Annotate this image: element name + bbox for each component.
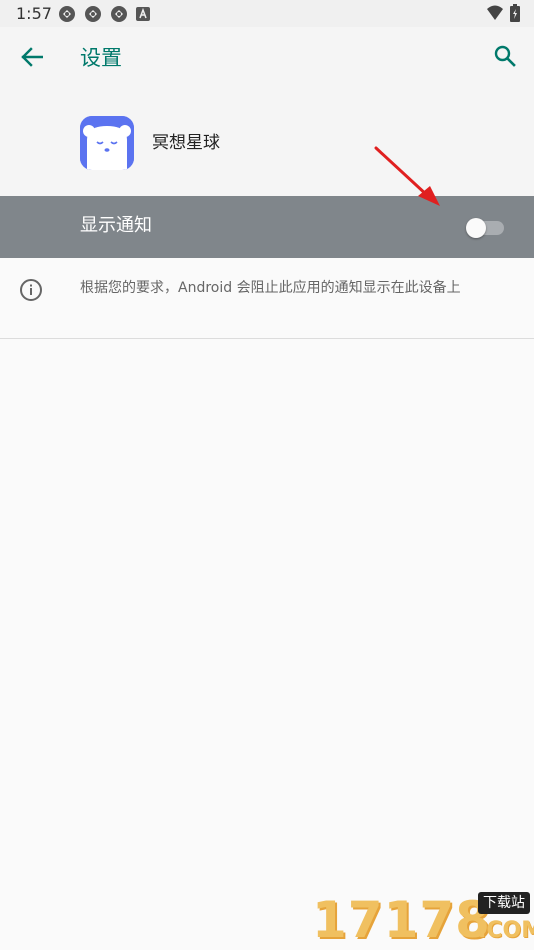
status-time: 1:57 [16, 4, 52, 23]
arrow-left-icon [21, 47, 44, 71]
a-badge-icon [136, 7, 150, 21]
watermark-numbers: 17178 [312, 891, 491, 949]
toggle-thumb [466, 218, 486, 238]
back-button[interactable] [14, 43, 50, 75]
show-notifications-row[interactable]: 显示通知 [0, 196, 534, 258]
info-row: 根据您的要求，Android 会阻止此应用的通知显示在此设备上 [0, 258, 534, 339]
search-button[interactable] [488, 41, 522, 75]
app-name: 冥想星球 [152, 133, 220, 153]
bear-face-icon [80, 116, 134, 170]
watermark-suffix: .COM [478, 918, 534, 943]
sync-icon [84, 5, 102, 23]
status-bar: 1:57 [0, 0, 534, 27]
notifications-toggle[interactable] [466, 218, 504, 238]
watermark-logo: 17178 下载站 .COM [312, 888, 534, 950]
show-notifications-label: 显示通知 [80, 215, 152, 236]
page-title: 设置 [80, 46, 122, 70]
app-header: 冥想星球 [0, 91, 534, 196]
app-icon [80, 116, 134, 170]
info-text: 根据您的要求，Android 会阻止此应用的通知显示在此设备上 [80, 280, 461, 296]
watermark-badge: 下载站 [478, 892, 530, 914]
battery-icon [510, 4, 520, 26]
sync-icon [58, 5, 76, 23]
app-bar: 设置 [0, 27, 534, 91]
wifi-icon [486, 5, 504, 25]
status-notification-icons [58, 5, 150, 23]
info-icon [19, 278, 43, 302]
search-icon [494, 45, 516, 71]
status-system-icons [486, 4, 520, 26]
sync-icon [110, 5, 128, 23]
